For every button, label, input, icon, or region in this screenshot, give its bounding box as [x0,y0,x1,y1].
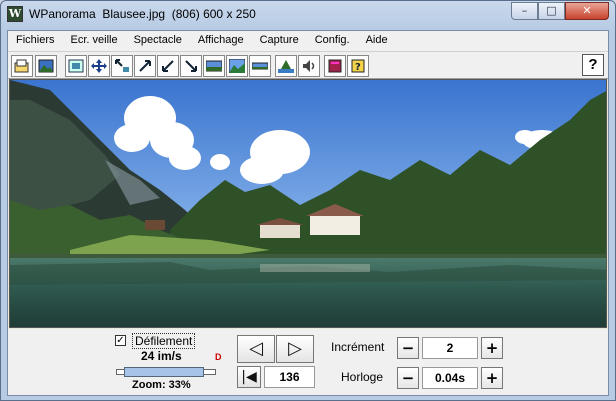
increment-plus-button[interactable]: + [481,337,503,359]
previous-button[interactable]: ◁ [237,335,275,363]
menu-capture[interactable]: Capture [252,31,307,51]
fit-window-icon [68,59,84,73]
clock-minus-button[interactable]: − [397,367,419,389]
arrow-sw-icon [162,60,174,72]
app-window: W WPanorama Blausee.jpg (806) 600 x 250 … [0,0,616,401]
panorama-button[interactable] [203,55,225,77]
panorama-image [10,80,606,327]
increment-value[interactable]: 2 [422,337,478,359]
zoom-in-icon [115,59,129,72]
toolbar: ? ? [8,51,608,79]
mountain-icon [278,60,294,73]
frame-counter: 136 [264,366,315,388]
menu-fichiers[interactable]: Fichiers [8,31,63,51]
help-button[interactable]: ? [582,54,604,76]
arrow-se-icon [185,60,197,72]
title-bar[interactable]: W WPanorama Blausee.jpg (806) 600 x 250 … [1,1,615,29]
landscape-button[interactable] [226,55,248,77]
menu-bar: Fichiers Ecr. veille Spectacle Affichage… [8,31,608,51]
sound-icon [303,60,315,72]
control-panel: ✓ Défilement 24 im/s D Zoom: 33% ◁ ▷ |◀ … [8,329,608,395]
menu-ecr-veille[interactable]: Ecr. veille [63,31,126,51]
zoom-label: Zoom: 33% [132,379,191,391]
book-button[interactable] [324,55,346,77]
panorama-icon [206,60,222,72]
move-icon [91,59,107,73]
speed-indicator-icon: D [215,352,222,362]
book-icon [328,59,342,73]
strip-button[interactable] [249,55,271,77]
panorama-view[interactable] [9,79,607,328]
fit-window-button[interactable] [65,55,87,77]
first-frame-button[interactable]: |◀ [237,366,261,388]
minimize-button[interactable]: – [511,2,538,20]
app-logo-icon: W [7,6,23,22]
image-button[interactable] [35,55,57,77]
menu-affichage[interactable]: Affichage [190,31,252,51]
window-title: WPanorama Blausee.jpg (806) 600 x 250 [29,7,256,21]
move-button[interactable] [88,55,110,77]
arrow-ne-button[interactable] [134,55,156,77]
increment-label: Incrément [331,340,385,354]
image-icon [38,59,54,73]
speed-value: 24 im/s [141,349,182,363]
clock-value[interactable]: 0.04s [422,367,478,389]
mountain-button[interactable] [275,55,297,77]
arrow-ne-icon [139,60,151,72]
zoom-in-button[interactable] [111,55,133,77]
zoom-slider-thumb[interactable] [124,367,204,377]
open-file-icon [14,59,29,73]
arrow-sw-button[interactable] [157,55,179,77]
next-button[interactable]: ▷ [276,335,314,363]
menu-spectacle[interactable]: Spectacle [126,31,190,51]
scroll-checkbox[interactable]: ✓ [115,335,126,346]
clock-plus-button[interactable]: + [481,367,503,389]
svg-text:?: ? [355,62,361,73]
menu-config[interactable]: Config. [307,31,358,51]
sound-button[interactable] [298,55,320,77]
scroll-label[interactable]: Défilement [132,333,196,349]
clock-label: Horloge [341,370,384,384]
help-book-button[interactable]: ? [347,55,369,77]
menu-aide[interactable]: Aide [358,31,396,51]
client-area: Fichiers Ecr. veille Spectacle Affichage… [7,30,609,396]
strip-icon [252,62,268,70]
open-file-button[interactable] [11,55,33,77]
close-button[interactable]: ✕ [565,2,609,20]
help-book-icon: ? [351,59,365,73]
maximize-button[interactable]: □ [538,2,565,20]
arrow-se-button[interactable] [180,55,202,77]
zoom-slider[interactable] [116,367,216,377]
increment-minus-button[interactable]: − [397,337,419,359]
landscape-icon [229,59,245,73]
